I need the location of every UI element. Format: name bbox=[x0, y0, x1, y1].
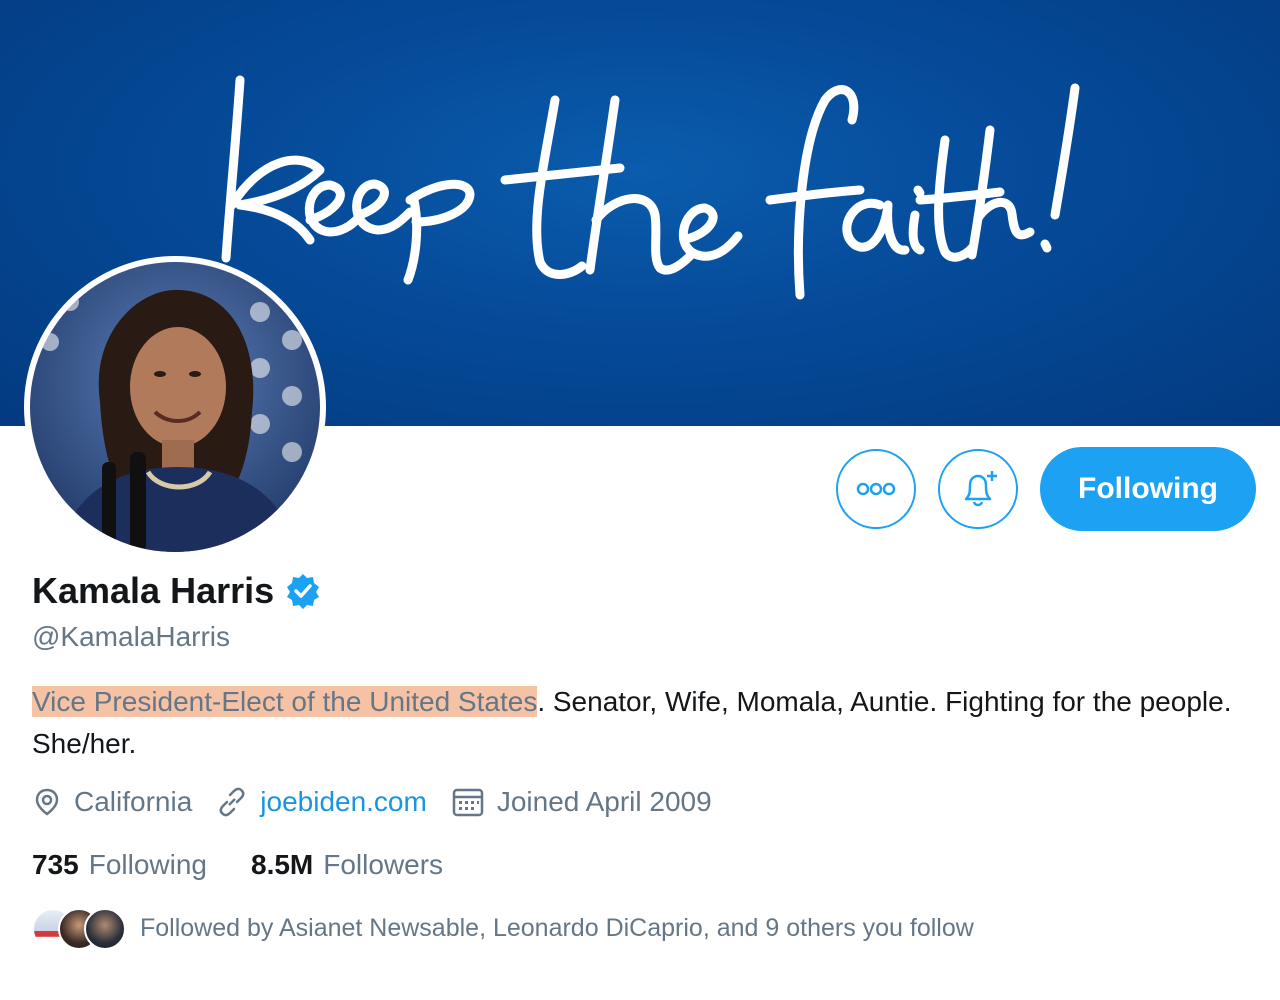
followers-stat[interactable]: 8.5M Followers bbox=[251, 849, 443, 881]
joined-text: Joined April 2009 bbox=[496, 786, 712, 817]
location-text: California bbox=[74, 786, 193, 817]
location-item: California bbox=[32, 786, 192, 818]
website-link[interactable]: joebiden.com bbox=[260, 786, 427, 818]
more-icon bbox=[856, 482, 896, 496]
mini-avatar bbox=[84, 908, 126, 950]
followers-count: 8.5M bbox=[251, 849, 314, 880]
notifications-button[interactable] bbox=[938, 449, 1018, 529]
verified-badge-icon bbox=[287, 574, 320, 609]
following-label: Following bbox=[88, 849, 207, 880]
following-count: 735 bbox=[32, 849, 79, 880]
followed-by-row[interactable]: Followed by Asianet Newsable, Leonardo D… bbox=[32, 908, 974, 950]
profile-stats: 735 Following 8.5M Followers bbox=[32, 849, 487, 881]
profile-name-row: Kamala Harris bbox=[32, 570, 322, 612]
profile-handle: @KamalaHarris bbox=[32, 621, 231, 652]
followed-by-text[interactable]: Followed by Asianet Newsable, Leonardo D… bbox=[140, 914, 974, 943]
avatar-photo bbox=[30, 262, 320, 552]
profile-bio: Vice President-Elect of the United State… bbox=[32, 681, 1252, 765]
profile-actions: Following bbox=[836, 447, 1256, 531]
profile-name: Kamala Harris bbox=[32, 570, 275, 611]
followers-label: Followers bbox=[323, 849, 444, 880]
following-button[interactable]: Following bbox=[1040, 447, 1256, 531]
profile-meta: California joebiden.com Joined April 200… bbox=[32, 786, 736, 818]
more-options-button[interactable] bbox=[836, 449, 916, 529]
location-icon bbox=[35, 788, 59, 816]
following-stat[interactable]: 735 Following bbox=[32, 849, 207, 881]
followed-by-avatars bbox=[32, 908, 126, 950]
joined-item: Joined April 2009 bbox=[451, 786, 712, 818]
profile-avatar[interactable] bbox=[24, 256, 326, 558]
bio-highlight: Vice President-Elect of the United State… bbox=[32, 686, 538, 717]
website-item[interactable]: joebiden.com bbox=[216, 786, 427, 818]
bell-plus-icon bbox=[964, 471, 997, 507]
link-icon bbox=[219, 787, 245, 817]
calendar-icon bbox=[452, 788, 484, 817]
